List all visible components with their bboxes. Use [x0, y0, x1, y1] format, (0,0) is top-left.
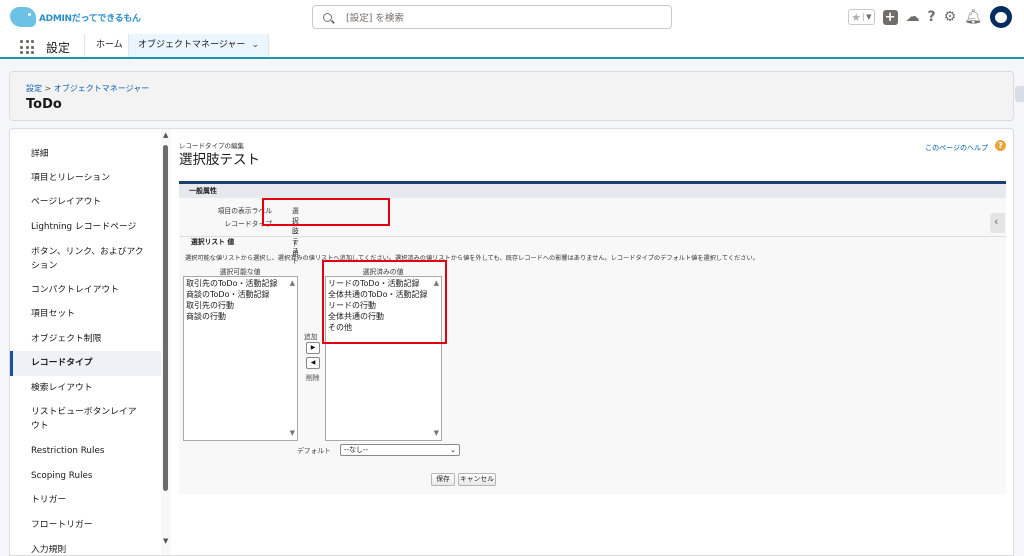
- sidebar-item-triggers[interactable]: トリガー: [10, 493, 161, 507]
- edit-section: 一般属性 項目の表示ラベル 選択肢テスト レコードタイプ リード用 選択リスト …: [179, 181, 1006, 494]
- breadcrumb-setup[interactable]: 設定: [26, 84, 42, 93]
- nav-tab-object-manager[interactable]: オブジェクトマネージャー ⌄: [128, 34, 269, 57]
- star-icon: ★: [851, 10, 862, 24]
- breadcrumb-object-manager[interactable]: オブジェクトマネージャー: [54, 84, 149, 93]
- logo-text: ADMINだってできるもん: [39, 13, 141, 24]
- sidebar-item-compact-layouts[interactable]: コンパクトレイアウト: [10, 283, 161, 297]
- favorites-button[interactable]: ★ ▼: [848, 9, 875, 25]
- help-link[interactable]: このページのヘルプ: [925, 143, 988, 153]
- listbox-scroll-down-icon[interactable]: ▼: [434, 428, 439, 439]
- record-type-edit-content: レコードタイプの編集 選択肢テスト このページのヘルプ ? 一般属性 項目の表示…: [172, 129, 1013, 555]
- default-label: デフォルト: [297, 447, 331, 455]
- sidebar-scrollbar[interactable]: ▲ ▼: [161, 129, 171, 555]
- gear-icon[interactable]: ⚙: [944, 10, 957, 24]
- search-icon: [323, 12, 332, 22]
- panel-handle[interactable]: [1015, 86, 1024, 102]
- sidebar-item-scoping-rules[interactable]: Scoping Rules: [10, 469, 161, 483]
- trailhead-icon[interactable]: ☁: [906, 10, 920, 24]
- sidebar-item-flow-triggers[interactable]: フロートリガー: [10, 518, 161, 532]
- user-avatar[interactable]: [990, 6, 1012, 28]
- scroll-down-icon[interactable]: ▼: [163, 537, 168, 545]
- help-icon[interactable]: ?: [928, 10, 936, 24]
- general-section-header: 一般属性: [179, 184, 1006, 198]
- sidebar-item-page-layouts[interactable]: ページレイアウト: [10, 195, 161, 209]
- chevron-down-icon: ⌄: [450, 446, 456, 454]
- breadcrumb: 設定 > オブジェクトマネージャー: [26, 83, 149, 94]
- remove-label: 削除: [306, 374, 320, 382]
- help-icon[interactable]: ?: [995, 140, 1006, 151]
- app-name: 設定: [46, 41, 71, 55]
- sidebar-item-label-line2: ション: [31, 261, 58, 271]
- global-search-input[interactable]: [設定] を検索: [312, 5, 672, 29]
- record-type-title: 選択肢テスト: [179, 152, 260, 168]
- field-label: 項目の表示ラベル: [217, 207, 272, 215]
- sidebar-item-label-line1: リストビューボタンレイア: [31, 407, 137, 417]
- header-actions: ★ ▼ + ☁ ? ⚙ 🔔︎: [848, 6, 1012, 28]
- sidebar-item-restriction-rules[interactable]: Restriction Rules: [10, 444, 161, 458]
- collapse-panel-tab[interactable]: [990, 213, 1005, 233]
- default-value: --なし--: [344, 446, 369, 454]
- list-item[interactable]: 取引先の行動: [186, 300, 295, 311]
- scrollbar-thumb[interactable]: [163, 145, 168, 491]
- list-item[interactable]: 商談の行動: [186, 311, 295, 322]
- list-item[interactable]: 商談のToDo・活動記録: [186, 289, 295, 300]
- sidebar-item-buttons-links[interactable]: ボタン、リンク、およびアク ション: [10, 245, 161, 273]
- sidebar-item-validation-rules[interactable]: 入力規則: [10, 543, 161, 555]
- chevron-down-icon[interactable]: ⌄: [251, 34, 259, 57]
- sidebar-item-fields[interactable]: 項目とリレーション: [10, 171, 161, 185]
- sidebar-item-lightning-pages[interactable]: Lightning レコードページ: [10, 220, 161, 234]
- main-panel: 詳細 項目とリレーション ページレイアウト Lightning レコードページ …: [9, 128, 1014, 556]
- field-label: レコードタイプ: [224, 220, 272, 228]
- cancel-button[interactable]: キャンセル: [458, 473, 496, 486]
- search-placeholder: [設定] を検索: [346, 13, 404, 24]
- sidebar-item-details[interactable]: 詳細: [10, 147, 161, 161]
- picklist-section-header: 選択リスト 値: [179, 236, 1006, 247]
- picklist-instructions: 選択可能な値リストから選択し、選択済みの値リストへ追加してください。選択済みの値…: [185, 255, 759, 262]
- org-logo[interactable]: ADMINだってできるもん: [10, 6, 141, 28]
- add-label: 追加: [304, 333, 318, 341]
- nav-tab-home[interactable]: ホーム: [84, 34, 134, 57]
- object-sidebar: 詳細 項目とリレーション ページレイアウト Lightning レコードページ …: [10, 129, 161, 555]
- page-header: 設定 > オブジェクトマネージャー ToDo: [9, 71, 1014, 121]
- sidebar-item-object-limits[interactable]: オブジェクト制限: [10, 332, 161, 346]
- available-values-listbox[interactable]: 取引先のToDo・活動記録 商談のToDo・活動記録 取引先の行動 商談の行動 …: [183, 276, 298, 441]
- bell-icon[interactable]: 🔔︎: [964, 10, 982, 24]
- sidebar-item-record-types[interactable]: レコードタイプ: [10, 351, 161, 376]
- global-header: ADMINだってできるもん [設定] を検索 ★ ▼ + ☁ ? ⚙ 🔔︎: [0, 0, 1024, 34]
- dolphin-logo-icon: [10, 7, 36, 27]
- sidebar-item-label-line2: ウト: [31, 421, 49, 431]
- save-button[interactable]: 保存: [431, 473, 455, 486]
- list-item[interactable]: 取引先のToDo・活動記録: [186, 278, 295, 289]
- listbox-scroll-up-icon[interactable]: ▲: [290, 278, 295, 289]
- nav-tab-object-manager-label: オブジェクトマネージャー: [138, 40, 246, 50]
- add-button[interactable]: ▶: [306, 342, 320, 354]
- sidebar-item-field-sets[interactable]: 項目セット: [10, 307, 161, 321]
- sidebar-item-search-layouts[interactable]: 検索レイアウト: [10, 381, 161, 395]
- highlight-box-fields: [262, 198, 390, 226]
- app-navigation-bar: 設定 ホーム オブジェクトマネージャー ⌄: [0, 34, 1024, 59]
- global-actions-add-icon[interactable]: +: [882, 9, 898, 25]
- sidebar-item-label-line1: ボタン、リンク、およびアク: [31, 247, 144, 257]
- sidebar-item-list-view-button-layout[interactable]: リストビューボタンレイア ウト: [10, 405, 161, 433]
- app-launcher-icon[interactable]: [20, 40, 34, 54]
- highlight-box-selected: [322, 260, 447, 344]
- breadcrumb-separator: >: [44, 84, 52, 93]
- default-value-select[interactable]: --なし-- ⌄: [340, 444, 460, 456]
- remove-button[interactable]: ◀: [306, 357, 320, 369]
- available-values-header: 選択可能な値: [219, 268, 261, 276]
- page-title: ToDo: [26, 97, 62, 112]
- listbox-scroll-down-icon[interactable]: ▼: [290, 428, 295, 439]
- favorites-dropdown-icon[interactable]: ▼: [863, 13, 873, 21]
- scroll-up-icon[interactable]: ▲: [163, 131, 168, 139]
